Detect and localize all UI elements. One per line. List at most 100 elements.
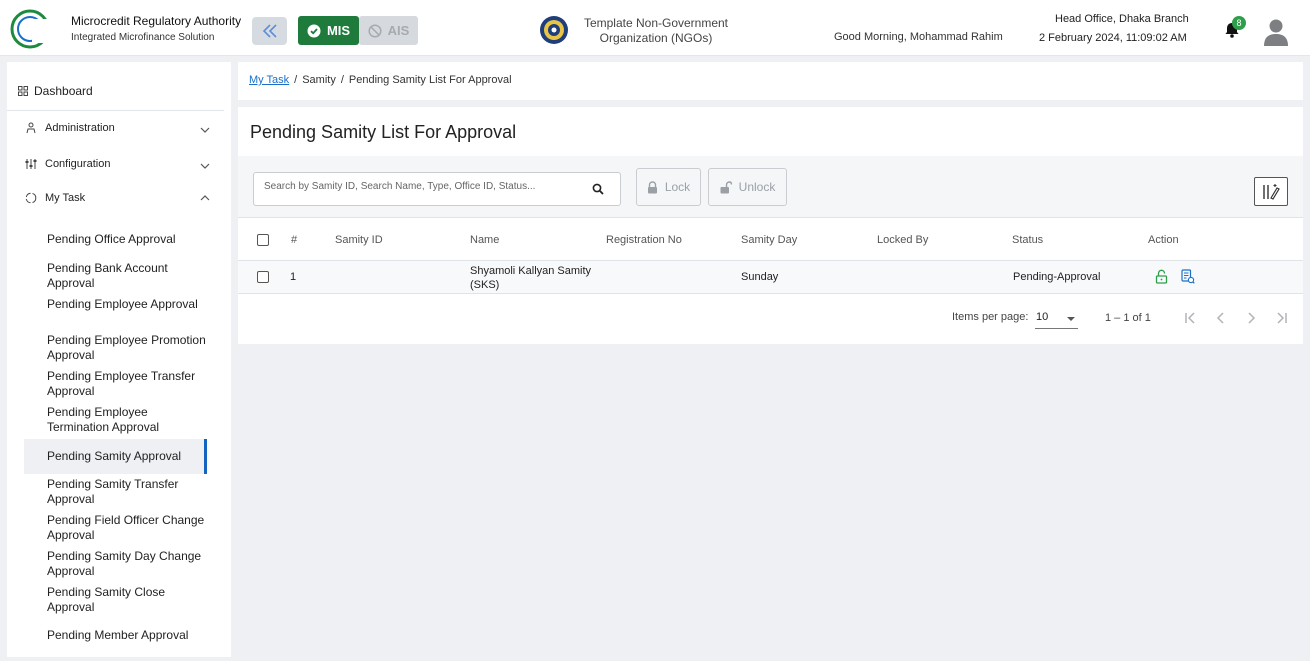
sidebar-item-pending-bank-account-approval[interactable]: Pending Bank Account Approval (47, 261, 207, 291)
breadcrumb-separator: / (294, 74, 298, 86)
items-per-page-label: Items per page: (952, 311, 1029, 323)
sidebar-item-pending-employee-approval[interactable]: Pending Employee Approval (47, 297, 207, 312)
sidebar-item-pending-samity-approval[interactable]: Pending Samity Approval (24, 439, 207, 474)
org-name-line1: Template Non-Government (583, 16, 729, 30)
sidebar-group-label: Administration (45, 122, 115, 134)
sidebar-item-dashboard[interactable]: Dashboard (18, 84, 93, 98)
grid-icon (18, 86, 28, 96)
column-settings-button[interactable] (1254, 177, 1288, 206)
column-header-locked-by[interactable]: Locked By (877, 234, 928, 246)
search-icon[interactable] (592, 183, 604, 195)
search-input[interactable] (264, 181, 584, 192)
column-header-action: Action (1148, 234, 1179, 246)
row-name: Shyamoli Kallyan Samity (SKS) (470, 264, 591, 292)
ais-toggle-button[interactable]: AIS (359, 16, 418, 45)
column-header-samity-id[interactable]: Samity ID (335, 234, 383, 246)
block-icon (368, 23, 382, 38)
page-size-value: 10 (1036, 311, 1049, 323)
sidebar-item-pending-samity-close-approval[interactable]: Pending Samity Close Approval (47, 585, 207, 615)
lock-icon (647, 180, 657, 193)
sidebar-group-my-task[interactable]: My Task (25, 192, 210, 204)
row-name-line1: Shyamoli Kallyan Samity (470, 265, 592, 277)
last-page-icon[interactable] (1273, 310, 1289, 326)
row-checkbox[interactable] (257, 271, 269, 283)
sidebar-item-pending-samity-day-change-approval[interactable]: Pending Samity Day Change Approval (47, 549, 207, 579)
sidebar-divider (7, 110, 224, 111)
government-seal-icon (540, 16, 568, 44)
column-header-registration-no[interactable]: Registration No (606, 234, 682, 246)
sidebar-item-label: Pending Samity Approval (47, 449, 182, 463)
notification-badge: 8 (1232, 16, 1246, 30)
unlock-action-icon[interactable] (1155, 269, 1168, 284)
sidebar-item-pending-samity-transfer-approval[interactable]: Pending Samity Transfer Approval (47, 477, 207, 507)
sidebar: Dashboard Administration Configuration M… (7, 62, 231, 657)
sidebar-item-pending-member-approval[interactable]: Pending Member Approval (47, 628, 207, 643)
sidebar-item-pending-office-approval[interactable]: Pending Office Approval (47, 232, 207, 247)
organization-name: Template Non-Government Organization (NG… (572, 16, 740, 46)
chevron-up-icon (200, 195, 210, 201)
ais-label: AIS (387, 23, 410, 38)
select-all-checkbox[interactable] (257, 234, 269, 246)
row-status: Pending-Approval (1013, 271, 1101, 283)
page-title: Pending Samity List For Approval (250, 122, 517, 142)
page-range: 1 – 1 of 1 (1105, 312, 1151, 324)
column-header-status[interactable]: Status (1012, 234, 1043, 246)
column-edit-icon (1263, 183, 1280, 200)
brand-title: Microcredit Regulatory Authority (71, 14, 242, 28)
table-header-row: # Samity ID Name Registration No Samity … (238, 217, 1303, 261)
user-avatar-icon[interactable] (1262, 17, 1290, 46)
mis-toggle-button[interactable]: MIS (298, 16, 359, 45)
dropdown-arrow-icon (1067, 317, 1075, 321)
page-size-select[interactable]: 10 (1035, 307, 1078, 329)
collapse-sidebar-button[interactable] (252, 17, 287, 45)
unlock-label: Unlock (738, 180, 776, 194)
org-name-line2: Organization (NGOs) (599, 31, 713, 45)
breadcrumb-item-samity: Samity (302, 74, 336, 86)
breadcrumb-separator: / (340, 74, 344, 86)
task-icon (25, 192, 37, 204)
paginator: Items per page: 10 1 – 1 of 1 (238, 295, 1303, 344)
unlock-button[interactable]: Unlock (708, 168, 787, 206)
lock-button[interactable]: Lock (636, 168, 701, 206)
check-circle-icon (307, 24, 321, 37)
admin-icon (26, 122, 36, 134)
first-page-icon[interactable] (1183, 310, 1199, 326)
double-chevron-left-icon (262, 24, 277, 38)
config-icon (25, 159, 37, 169)
top-header: Microcredit Regulatory Authority Integra… (0, 0, 1310, 56)
sidebar-item-pending-employee-promotion-approval[interactable]: Pending Employee Promotion Approval (47, 333, 207, 363)
column-header-samity-day[interactable]: Samity Day (741, 234, 797, 246)
previous-page-icon[interactable] (1213, 310, 1229, 326)
column-header-name[interactable]: Name (470, 234, 499, 246)
column-header-index: # (291, 234, 298, 246)
greeting-text: Good Morning, Mohammad Rahim (834, 31, 1003, 43)
sidebar-item-label: Dashboard (34, 84, 93, 98)
main-panel: Pending Samity List For Approval Lock Un… (238, 107, 1303, 344)
breadcrumb-item-current: Pending Samity List For Approval (348, 74, 512, 86)
sidebar-group-label: My Task (45, 192, 86, 204)
breadcrumb-link-my-task[interactable]: My Task (249, 74, 289, 86)
breadcrumb: My Task / Samity / Pending Samity List F… (249, 74, 512, 86)
sidebar-group-label: Configuration (45, 158, 111, 170)
breadcrumb-bar: My Task / Samity / Pending Samity List F… (238, 62, 1303, 100)
unlock-icon (720, 180, 732, 193)
row-samity-day: Sunday (741, 271, 779, 283)
current-datetime: 2 February 2024, 11:09:02 AM (1039, 32, 1187, 44)
search-box (253, 172, 621, 206)
row-index: 1 (290, 271, 297, 283)
sidebar-group-administration[interactable]: Administration (25, 122, 210, 134)
sidebar-group-configuration[interactable]: Configuration (25, 158, 210, 170)
lock-label: Lock (664, 180, 691, 194)
sidebar-item-pending-employee-termination-approval[interactable]: Pending Employee Termination Approval (47, 405, 207, 435)
chevron-down-icon (200, 163, 210, 169)
mis-label: MIS (326, 23, 351, 38)
sidebar-item-pending-field-officer-change-approval[interactable]: Pending Field Officer Change Approval (47, 513, 207, 543)
branch-name: Head Office, Dhaka Branch (1055, 13, 1189, 25)
row-name-line2: (SKS) (470, 279, 500, 291)
sidebar-item-pending-employee-transfer-approval[interactable]: Pending Employee Transfer Approval (47, 369, 207, 399)
view-details-icon[interactable] (1181, 269, 1195, 284)
mra-logo (10, 9, 64, 49)
next-page-icon[interactable] (1243, 310, 1259, 326)
table-row: 1 Shyamoli Kallyan Samity (SKS) Sunday P… (238, 261, 1303, 294)
brand-subtitle: Integrated Microfinance Solution (71, 32, 215, 43)
